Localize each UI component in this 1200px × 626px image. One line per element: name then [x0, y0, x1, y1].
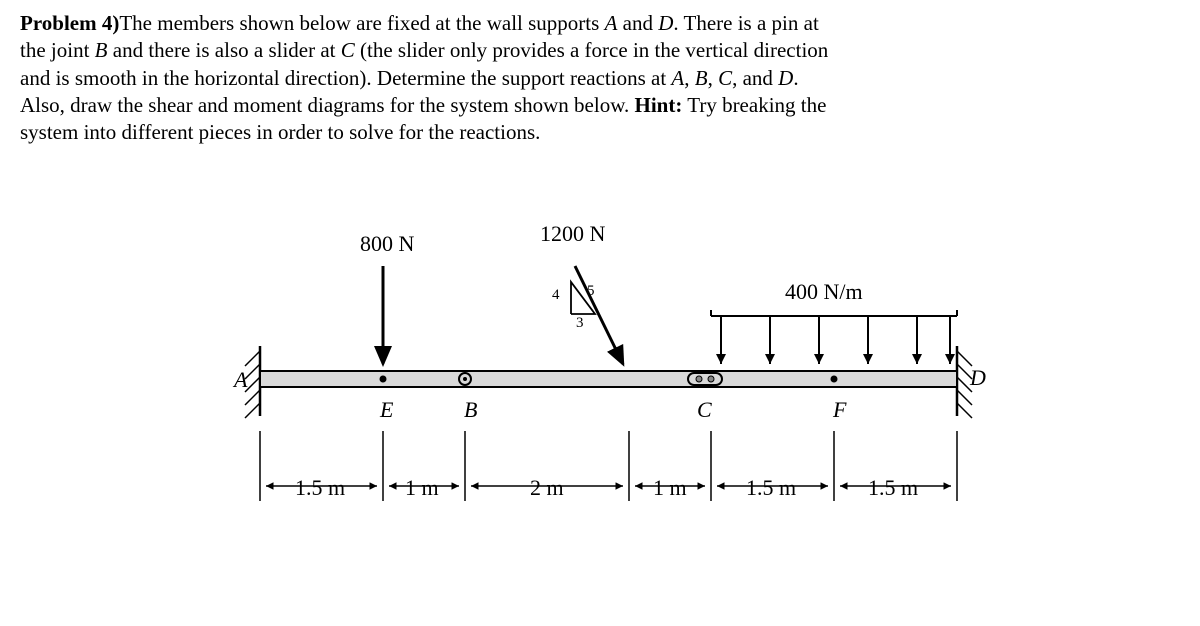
dim-2: 1 m	[405, 474, 439, 503]
problem-statement: Problem 4)The members shown below are fi…	[20, 10, 1180, 146]
point-B: B	[95, 38, 108, 62]
dot-F	[831, 376, 838, 383]
beam	[260, 371, 957, 387]
label-C: C	[697, 396, 712, 425]
label-F: F	[833, 396, 846, 425]
text: and	[617, 11, 658, 35]
text: the joint	[20, 38, 95, 62]
hint-label: Hint:	[635, 93, 683, 117]
triangle-rise: 4	[552, 286, 560, 306]
text: and is smooth in the horizontal directio…	[20, 66, 671, 90]
text: . There is a pin at	[673, 11, 818, 35]
text: The members shown below are fixed at the…	[119, 11, 604, 35]
problem-number: Problem 4)	[20, 11, 119, 35]
triangle-run: 3	[576, 314, 584, 334]
text: , and	[732, 66, 778, 90]
dim-3: 2 m	[530, 474, 564, 503]
dimensions	[260, 431, 957, 501]
dot-E	[380, 376, 387, 383]
point-C: C	[341, 38, 355, 62]
point-D: D	[658, 11, 673, 35]
triangle-hyp: 5	[587, 282, 595, 302]
point-A2: A	[671, 66, 684, 90]
label-B: B	[464, 396, 477, 425]
dim-4: 1 m	[653, 474, 687, 503]
text: Try breaking the	[682, 93, 826, 117]
text: ,	[684, 66, 695, 90]
label-800N: 800 N	[360, 230, 414, 259]
point-D2: D	[778, 66, 793, 90]
beam-figure: 800 N 1200 N 400 N/m 4 3 5 A D E B C F 1…	[240, 206, 1020, 526]
label-400Nm: 400 N/m	[785, 278, 863, 307]
distributed-load	[711, 310, 957, 364]
pin-B	[459, 373, 471, 385]
dim-1: 1.5 m	[295, 474, 345, 503]
text: system into different pieces in order to…	[20, 120, 540, 144]
dim-6: 1.5 m	[868, 474, 918, 503]
point-B2: B	[695, 66, 708, 90]
label-D: D	[970, 364, 986, 393]
text: .	[793, 66, 798, 90]
slider-C	[688, 373, 722, 385]
dim-5: 1.5 m	[746, 474, 796, 503]
text: and there is also a slider at	[108, 38, 341, 62]
label-1200N: 1200 N	[540, 220, 605, 249]
label-A: A	[234, 366, 247, 395]
point-C2: C	[718, 66, 732, 90]
point-A: A	[605, 11, 618, 35]
label-E: E	[380, 396, 393, 425]
text: (the slider only provides a force in the…	[355, 38, 829, 62]
text: ,	[708, 66, 719, 90]
text: Also, draw the shear and moment diagrams…	[20, 93, 635, 117]
